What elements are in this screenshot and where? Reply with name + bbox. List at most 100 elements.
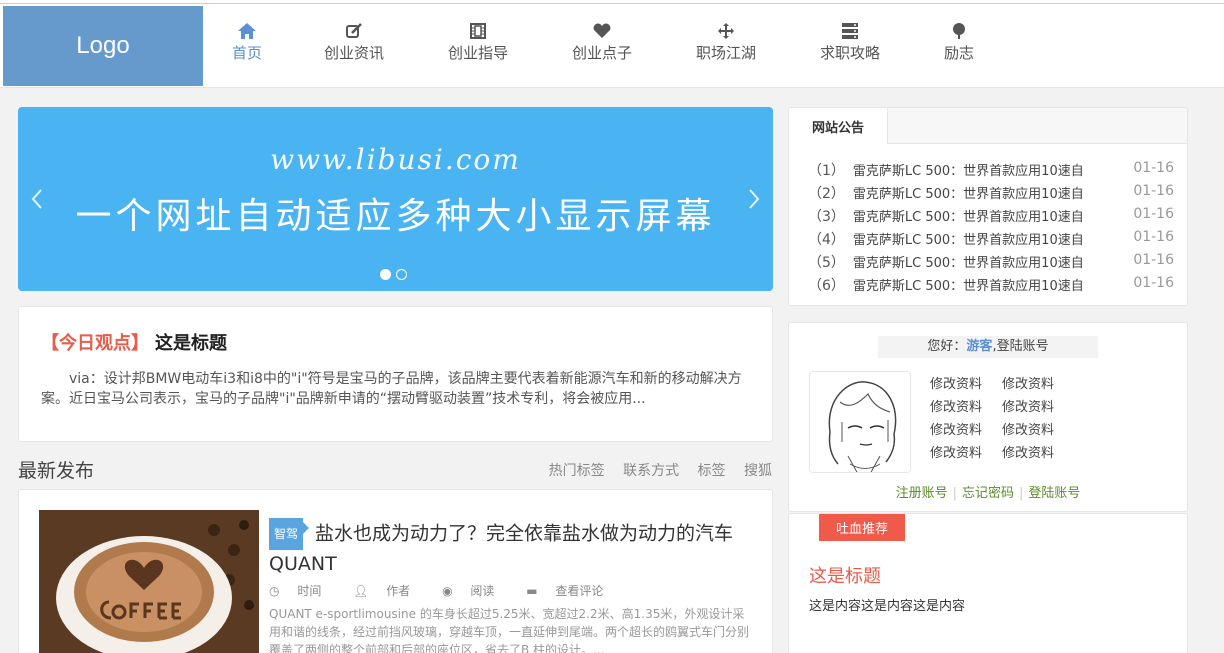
notice-item[interactable]: （4） 雷克萨斯LC 500：世界首款应用10速自 01-16 [808, 229, 1174, 252]
notice-num: （2） [808, 186, 845, 202]
article-title[interactable]: 盐水也成为动力了？完全依靠盐水做为动力的汽车QUANT [269, 523, 733, 576]
notice-text: 雷克萨斯LC 500：世界首款应用10速自 [852, 164, 1084, 179]
viewpoint-title[interactable]: 这是标题 [155, 333, 227, 354]
nav-item-jobs[interactable]: 求职攻略 [820, 22, 880, 63]
notice-date: 01-16 [1133, 252, 1174, 268]
edit-profile-link[interactable]: 修改资料 [930, 442, 1002, 461]
nav-label: 创业点子 [572, 44, 633, 62]
avatar[interactable] [809, 371, 911, 473]
user-icon: 👤︎ [353, 584, 369, 598]
edit-profile-link[interactable]: 修改资料 [1002, 442, 1074, 461]
viewpoint-tag: 【今日观点】 [41, 333, 149, 354]
notice-num: （4） [808, 232, 845, 248]
edit-profile-link[interactable]: 修改资料 [930, 373, 1002, 392]
edit-links: 修改资料 修改资料 修改资料 修改资料 修改资料 修改资料 修改资料 修改资料 [930, 373, 1074, 461]
nav-label: 求职攻略 [820, 44, 881, 62]
nav-item-guide[interactable]: 创业指导 [448, 22, 508, 63]
banner-slogan: 一个网址自动适应多种大小显示屏幕 [75, 196, 716, 237]
separator: | [952, 486, 957, 501]
latest-title: 最新发布 [18, 460, 95, 482]
header: Logo 首页 创业资讯 创业指导 创业点子 职场江湖 求职攻略 励志 [0, 4, 1224, 88]
nav-label: 首页 [232, 44, 263, 62]
nav-item-workplace[interactable]: 职场江湖 [696, 22, 756, 63]
link-contact[interactable]: 联系方式 [623, 463, 679, 479]
notice-num: （3） [808, 209, 845, 225]
register-link[interactable]: 注册账号 [896, 486, 948, 501]
notice-text: 雷克萨斯LC 500：世界首款应用10速自 [852, 210, 1084, 225]
next-arrow-icon[interactable] [745, 187, 763, 211]
article-tag[interactable]: 智驾 [269, 518, 310, 550]
link-sohu[interactable]: 搜狐 [744, 463, 772, 479]
nav-item-home[interactable]: 首页 [232, 22, 262, 63]
edit-profile-link[interactable]: 修改资料 [930, 396, 1002, 415]
home-icon [238, 23, 256, 39]
edit-profile-link[interactable]: 修改资料 [930, 419, 1002, 438]
separator: | [1019, 486, 1024, 501]
nav-item-ideas[interactable]: 创业点子 [572, 22, 632, 63]
guest-label: 游客 [966, 339, 993, 354]
avatar-image [810, 372, 910, 472]
slider-dot-2[interactable] [396, 269, 407, 280]
slider-dots [380, 269, 407, 280]
notice-item[interactable]: （5） 雷克萨斯LC 500：世界首款应用10速自 01-16 [808, 252, 1174, 275]
notice-item[interactable]: （2） 雷克萨斯LC 500：世界首款应用10速自 01-16 [808, 183, 1174, 206]
nav-label: 职场江湖 [696, 44, 757, 62]
latest-links: 热门标签 联系方式 标签 搜狐 [535, 460, 772, 480]
notice-text: 雷克萨斯LC 500：世界首款应用10速自 [852, 279, 1084, 294]
article-title-line[interactable]: 智驾 盐水也成为动力了？完全依靠盐水做为动力的汽车QUANT [269, 518, 749, 578]
notice-num: （5） [808, 255, 845, 271]
edit-profile-link[interactable]: 修改资料 [1002, 373, 1074, 392]
nav-label: 创业指导 [448, 44, 509, 62]
nav-item-inspire[interactable]: 励志 [944, 22, 974, 63]
viewpoint-card: 【今日观点】 这是标题 via：设计邦BMW电动车i3和i8中的"i"符号是宝马的… [18, 306, 773, 442]
notice-num: （6） [808, 278, 845, 294]
article-desc: QUANT e-sportlimousine 的车身长超过5.25米、宽超过2.… [269, 607, 750, 653]
meta-author: 👤︎ 作者 [353, 584, 424, 598]
eye-icon: ◉ [442, 584, 453, 598]
article-card: 智驾 盐水也成为动力了？完全依靠盐水做为动力的汽车QUANT ◷ 时间 👤︎ 作者… [18, 489, 773, 653]
notice-date: 01-16 [1133, 206, 1174, 222]
banner-slider[interactable]: www.libusi.com 一个网址自动适应多种大小显示屏幕 [18, 107, 773, 291]
notice-text: 雷克萨斯LC 500：世界首款应用10速自 [852, 187, 1084, 202]
notice-date: 01-16 [1133, 229, 1174, 245]
meta-comments-label: 查看评论 [555, 584, 604, 598]
recommend-title[interactable]: 这是标题 [809, 562, 881, 588]
article-thumbnail[interactable] [39, 510, 259, 653]
link-hot-tags[interactable]: 热门标签 [549, 463, 605, 479]
meta-time-label: 时间 [297, 584, 322, 598]
recommend-tag: 吐血推荐 [819, 514, 905, 541]
edit-icon [346, 23, 362, 38]
forgot-password-link[interactable]: 忘记密码 [962, 486, 1014, 501]
meta-reads-label: 阅读 [470, 584, 495, 598]
login-link[interactable]: 登陆账号 [1028, 486, 1080, 501]
notice-num: （1） [808, 163, 845, 179]
clock-icon: ◷ [269, 584, 280, 598]
notice-date: 01-16 [1133, 275, 1174, 291]
heart-icon [593, 23, 611, 38]
notice-item[interactable]: （3） 雷克萨斯LC 500：世界首款应用10速自 01-16 [808, 206, 1174, 229]
greeting: 您好：游客,登陆账号 [878, 336, 1098, 358]
account-links: 注册账号 | 忘记密码 | 登陆账号 [789, 482, 1187, 501]
banner-url-text: www.libusi.com [270, 143, 521, 176]
meta-comments[interactable]: ▬ 查看评论 [526, 584, 617, 598]
tree-icon [953, 23, 965, 39]
article-body: 智驾 盐水也成为动力了？完全依靠盐水做为动力的汽车QUANT ◷ 时间 👤︎ 作者… [269, 518, 749, 653]
greet-suffix[interactable]: ,登陆账号 [992, 339, 1048, 354]
link-tags[interactable]: 标签 [698, 463, 726, 479]
greet-prefix: 您好： [927, 339, 967, 354]
nav-item-news[interactable]: 创业资讯 [324, 22, 384, 63]
slider-dot-1[interactable] [380, 269, 391, 280]
coffee-image [39, 510, 259, 653]
film-icon [470, 23, 486, 39]
tab-notice[interactable]: 网站公告 [789, 108, 888, 144]
notice-item[interactable]: （6） 雷克萨斯LC 500：世界首款应用10速自 01-16 [808, 275, 1174, 298]
move-icon [718, 23, 734, 39]
notice-item[interactable]: （1） 雷克萨斯LC 500：世界首款应用10速自 01-16 [808, 160, 1174, 183]
prev-arrow-icon[interactable] [28, 187, 46, 211]
notice-list: （1） 雷克萨斯LC 500：世界首款应用10速自 01-16 （2） 雷克萨斯LC … [808, 160, 1174, 298]
edit-profile-link[interactable]: 修改资料 [1002, 396, 1074, 415]
notice-date: 01-16 [1133, 160, 1174, 176]
edit-profile-link[interactable]: 修改资料 [1002, 419, 1074, 438]
logo[interactable]: Logo [3, 6, 203, 86]
notice-date: 01-16 [1133, 183, 1174, 199]
